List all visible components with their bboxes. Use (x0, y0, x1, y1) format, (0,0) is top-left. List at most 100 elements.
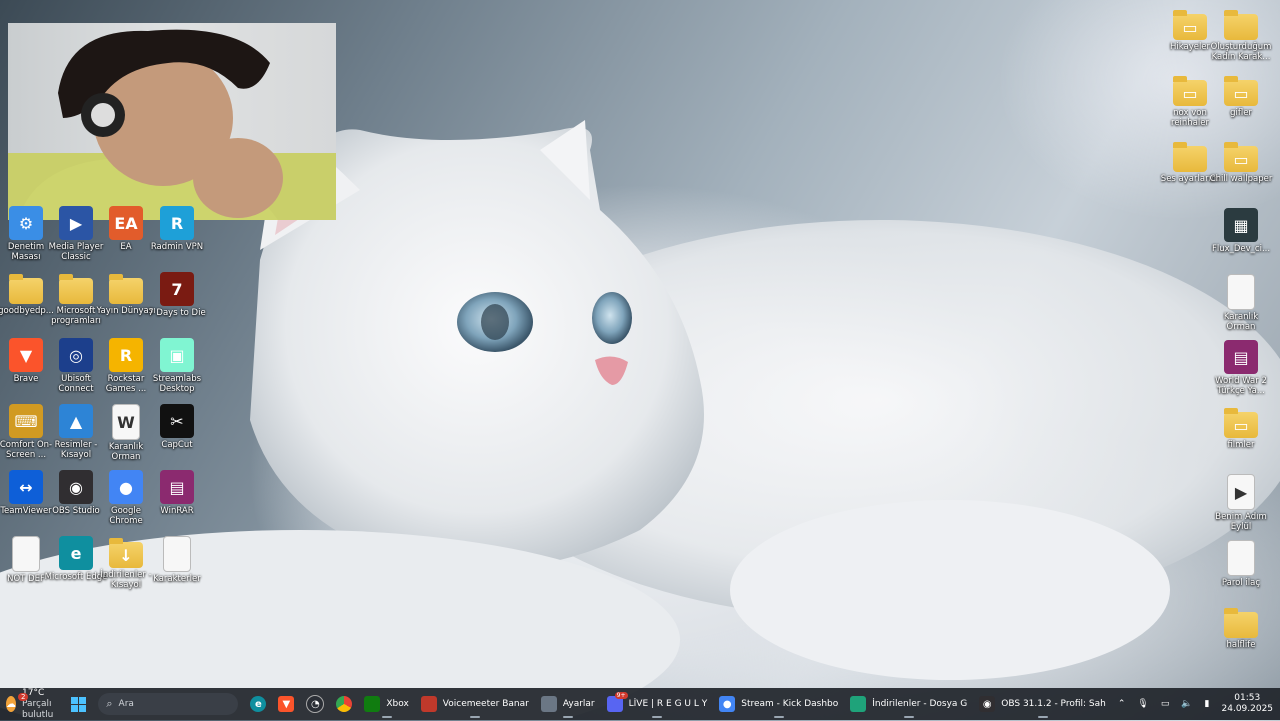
desktop-icon-label: Karakterler (145, 574, 209, 584)
desktop-icon-label: 7 Days to Die (145, 308, 209, 318)
taskbar-app-label: Voicemeeter Banar (443, 699, 529, 709)
game-7days-icon: 7 (160, 272, 194, 306)
desktop-icon-capcut[interactable]: ✂CapCut (145, 404, 209, 450)
media-player-icon: ▶ (59, 206, 93, 240)
tray-volume-icon[interactable]: 🔈 (1175, 688, 1198, 720)
text-file-icon (12, 536, 40, 572)
desktop-icon-ww2[interactable]: ▤World War 2 Türkçe Ya... (1209, 340, 1273, 396)
capcut-icon: ✂ (160, 404, 194, 438)
folder-icon (1224, 612, 1258, 638)
desktop-icon-halflife[interactable]: halflife (1209, 606, 1273, 650)
chrome-icon: ● (719, 696, 735, 712)
desktop-icon-filmler[interactable]: ▭filmler (1209, 406, 1273, 450)
taskbar-pinned-brave[interactable]: ▼ (272, 688, 300, 720)
taskbar-app-explorer[interactable]: İndirilenler - Dosya G (844, 688, 973, 720)
desktop-icon-karanlik2[interactable]: Karanlık Orman (1209, 274, 1273, 332)
desktop-icon-label: Karanlık Orman (1209, 312, 1273, 332)
taskbar-pinned-speed[interactable]: ◔ (300, 688, 330, 720)
taskbar-app-discord[interactable]: 9+LİVE | R E G U L Y (601, 688, 714, 720)
image-folder-icon: ▭ (1173, 14, 1207, 40)
desktop-icon-label: Streamlabs Desktop (145, 374, 209, 394)
desktop-icon-label: gifler (1209, 108, 1273, 118)
taskbar-app-chromekick[interactable]: ● Stream - Kick Dashbo (713, 688, 844, 720)
text-file-icon (1227, 540, 1255, 576)
speedometer-icon: ◔ (306, 695, 324, 713)
tray-display-icon[interactable]: ▭ (1155, 688, 1176, 720)
keyboard-icon: ⌨ (9, 404, 43, 438)
obs-icon: ◉ (59, 470, 93, 504)
winrar-icon: ▤ (1224, 340, 1258, 374)
taskbar-app-xbox[interactable]: Xbox (358, 688, 414, 720)
tray-microphone-icon[interactable]: 🎙 (1131, 688, 1154, 720)
taskbar-clock[interactable]: 01:53 24.09.2025 (1216, 688, 1280, 720)
folder-icon (1224, 14, 1258, 40)
desktop-icon-label: World War 2 Türkçe Ya... (1209, 376, 1273, 396)
streamlabs-icon: ▣ (160, 338, 194, 372)
desktop-icon-karakterler[interactable]: Karakterler (145, 536, 209, 584)
taskbar-app-label: Xbox (386, 699, 408, 709)
weather-partly-cloudy-icon: ☁ (6, 696, 16, 712)
image-folder-icon: ▭ (1224, 412, 1258, 438)
tray-battery-icon[interactable]: ▮ (1199, 688, 1216, 720)
desktop-icon-label: halflife (1209, 640, 1273, 650)
teamviewer-icon: ↔ (9, 470, 43, 504)
taskbar-pinned-edge[interactable]: e (244, 688, 272, 720)
desktop-icon-streamlabs[interactable]: ▣Streamlabs Desktop (145, 338, 209, 394)
desktop-icon-gifler[interactable]: ▭ gifler (1209, 74, 1273, 118)
voicemeeter-icon (421, 696, 437, 712)
folder-icon (9, 278, 43, 304)
taskbar-app-voicemeeter[interactable]: Voicemeeter Banar (415, 688, 535, 720)
desktop-icon-label: Oluşturduğum Kadın Karak... (1209, 42, 1273, 62)
taskbar-app-label: Stream - Kick Dashbo (741, 699, 838, 709)
desktop-icon-label: Flux_Dev_ci... (1209, 244, 1273, 254)
image-folder-icon: ▭ (1224, 146, 1258, 172)
taskbar-pinned-chrome[interactable] (330, 688, 358, 720)
taskbar-app-ayarlar[interactable]: Ayarlar (535, 688, 601, 720)
image-thumb-icon: ▦ (1224, 208, 1258, 242)
start-button[interactable] (65, 688, 92, 720)
ea-icon: EA (109, 206, 143, 240)
desktop-icon-winrar[interactable]: ▤WinRAR (145, 470, 209, 516)
video-file-icon: ▶ (1227, 474, 1255, 510)
image-folder-icon: ▭ (1224, 80, 1258, 106)
desktop-icon-label: Chill wallpaper (1209, 174, 1273, 184)
folder-icon (59, 278, 93, 304)
edge-icon: e (59, 536, 93, 570)
folder-icon (1173, 146, 1207, 172)
search-box[interactable]: ⌕ Ara (92, 688, 244, 720)
desktop-icon-parolilac[interactable]: Parol ilaç (1209, 540, 1273, 588)
word-doc-icon: W (112, 404, 140, 440)
edge-icon: e (250, 696, 266, 712)
weather-condition: Parçalı bulutlu (22, 699, 59, 721)
weather-widget[interactable]: ☁ 2 17°C Parçalı bulutlu (0, 688, 65, 720)
folder-icon (109, 278, 143, 304)
desktop-icon-label: Radmin VPN (145, 242, 209, 252)
desktop-icon-chill[interactable]: ▭ Chill wallpaper (1209, 140, 1273, 184)
xbox-icon (364, 696, 380, 712)
desktop-icon-flux[interactable]: ▦ Flux_Dev_ci... (1209, 208, 1273, 254)
taskbar-app-label: İndirilenler - Dosya G (872, 699, 967, 709)
text-file-icon (1227, 274, 1255, 310)
desktop-icon-7days[interactable]: 7 7 Days to Die (145, 272, 209, 318)
text-file-icon (163, 536, 191, 572)
desktop-icon-olusturdugum[interactable]: Oluşturduğum Kadın Karak... (1209, 8, 1273, 62)
webcam-overlay (8, 23, 336, 220)
radmin-icon: R (160, 206, 194, 240)
brave-icon: ▼ (278, 696, 294, 712)
brave-icon: ▼ (9, 338, 43, 372)
desktop-icon-radmin[interactable]: R Radmin VPN (145, 206, 209, 252)
clock-date: 24.09.2025 (1222, 704, 1274, 715)
chrome-icon (336, 696, 352, 712)
taskbar-app-obs[interactable]: ◉OBS 31.1.2 - Profil: Sah (973, 688, 1112, 720)
desktop-icon-benimadim[interactable]: ▶Benim Adım Eylül (1209, 474, 1273, 532)
tray-chevron-up-icon[interactable]: ⌃ (1112, 688, 1132, 720)
search-icon: ⌕ (106, 697, 112, 711)
desktop-icon-label: WinRAR (145, 506, 209, 516)
desktop-icon-label: Benim Adım Eylül (1209, 512, 1273, 532)
ubisoft-icon: ◎ (59, 338, 93, 372)
clock-time: 01:53 (1234, 693, 1260, 704)
taskbar-app-label: LİVE | R E G U L Y (629, 699, 708, 709)
control-panel-icon: ⚙ (9, 206, 43, 240)
desktop-icon-label: Parol ilaç (1209, 578, 1273, 588)
download-folder-icon: ↓ (109, 542, 143, 568)
